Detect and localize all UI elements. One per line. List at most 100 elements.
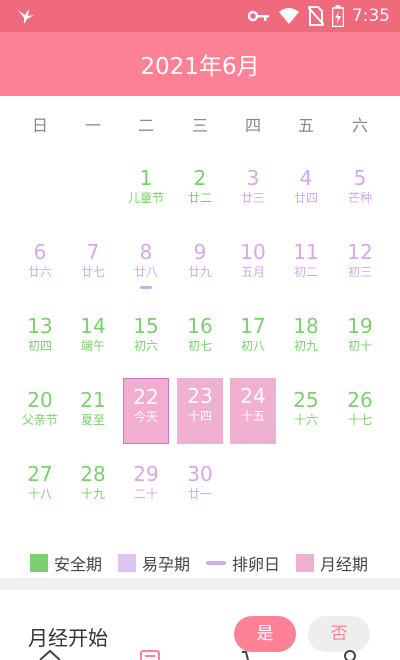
- day-number: 10: [240, 240, 266, 264]
- day-cell[interactable]: 29 二十: [123, 456, 169, 520]
- day-lunar-label: 今天: [133, 410, 158, 424]
- day-cell[interactable]: 4 廿四: [283, 160, 329, 224]
- status-indicators: 7:35: [247, 0, 390, 32]
- day-cell[interactable]: 14 端午: [70, 308, 116, 372]
- day-number: 9: [193, 240, 207, 264]
- day-lunar-label: 廿三: [240, 191, 265, 205]
- day-cell[interactable]: 10 五月: [230, 234, 276, 298]
- legend-safe-label: 安全期: [54, 555, 103, 574]
- day-lunar-label: 十七: [347, 413, 372, 427]
- yes-button[interactable]: 是: [234, 616, 296, 652]
- day-cell-ovulation[interactable]: 8 廿八: [123, 234, 169, 298]
- day-cell[interactable]: 6 廿六: [17, 234, 63, 298]
- wifi-icon: [278, 8, 299, 24]
- day-number: 7: [86, 240, 100, 264]
- day-number: 11: [293, 240, 319, 264]
- day-cell-period[interactable]: 23 十四: [177, 378, 223, 444]
- day-cell[interactable]: 2 廿二: [177, 160, 223, 224]
- day-lunar-label: 初九: [293, 339, 318, 353]
- day-number: 29: [133, 462, 159, 486]
- home-icon[interactable]: [38, 648, 62, 660]
- weekday-wed: 三: [191, 116, 208, 135]
- period-swatch: [296, 554, 314, 572]
- no-button[interactable]: 否: [308, 616, 370, 652]
- day-number: 25: [293, 388, 319, 412]
- day-number: 30: [187, 462, 213, 486]
- ovulation-marker: [140, 286, 152, 289]
- day-lunar-label: 十九: [80, 487, 105, 501]
- day-lunar-label: 初七: [187, 339, 212, 353]
- day-cell[interactable]: 28 十九: [70, 456, 116, 520]
- day-cell[interactable]: 13 初四: [17, 308, 63, 372]
- legend-period: 月经期: [296, 548, 368, 578]
- day-cell[interactable]: 7 廿七: [70, 234, 116, 298]
- period-start-label: 月经开始: [28, 626, 108, 650]
- calendar-header: 2021年6月: [0, 32, 400, 96]
- legend-ovulation: 排卵日: [206, 548, 280, 578]
- day-number: 19: [347, 314, 373, 338]
- day-cell[interactable]: 25 十六: [283, 382, 329, 446]
- day-cell[interactable]: 1 儿童节: [123, 160, 169, 224]
- profile-icon[interactable]: [338, 648, 362, 660]
- legend-safe: 安全期: [30, 548, 102, 578]
- calendar-icon[interactable]: [138, 648, 162, 660]
- day-cell[interactable]: 26 十七: [337, 382, 383, 446]
- legend-fertile: 易孕期: [118, 548, 190, 578]
- day-number: 14: [80, 314, 106, 338]
- day-lunar-label: 初十: [347, 339, 372, 353]
- day-number: 27: [27, 462, 53, 486]
- day-cell-today[interactable]: 22 今天: [123, 378, 169, 444]
- day-number: 8: [139, 240, 153, 264]
- day-cell[interactable]: 17 初八: [230, 308, 276, 372]
- day-lunar-label: 十四: [187, 409, 212, 423]
- day-lunar-label: 廿七: [80, 265, 105, 279]
- day-lunar-label: 二十: [133, 487, 158, 501]
- day-cell[interactable]: 16 初七: [177, 308, 223, 372]
- day-number: 18: [293, 314, 319, 338]
- month-title[interactable]: 2021年6月: [140, 47, 259, 81]
- day-cell[interactable]: 20 父亲节: [17, 382, 63, 446]
- day-number: 26: [347, 388, 373, 412]
- day-cell[interactable]: 18 初九: [283, 308, 329, 372]
- day-lunar-label: 十八: [27, 487, 52, 501]
- weekday-thu: 四: [244, 116, 261, 135]
- day-number: 6: [33, 240, 47, 264]
- day-cell[interactable]: 3 廿三: [230, 160, 276, 224]
- day-lunar-label: 廿一: [187, 487, 212, 501]
- day-cell[interactable]: 12 初三: [337, 234, 383, 298]
- day-lunar-label: 廿六: [27, 265, 52, 279]
- day-lunar-label: 五月: [240, 265, 265, 279]
- section-divider: [0, 578, 400, 590]
- cart-icon[interactable]: [240, 648, 264, 660]
- day-cell[interactable]: 11 初二: [283, 234, 329, 298]
- day-cell-period[interactable]: 24 十五: [230, 378, 276, 444]
- day-number: 1: [139, 166, 153, 190]
- status-time: 7:35: [351, 6, 390, 26]
- app-bird-icon: [18, 9, 34, 24]
- day-cell[interactable]: 19 初十: [337, 308, 383, 372]
- day-number: 3: [246, 166, 260, 190]
- day-number: 22: [133, 385, 159, 409]
- day-lunar-label: 初四: [27, 339, 52, 353]
- day-lunar-label: 十五: [240, 409, 265, 423]
- weekday-fri: 五: [297, 116, 314, 135]
- bottom-nav: [0, 648, 400, 660]
- day-cell[interactable]: 9 廿九: [177, 234, 223, 298]
- fertile-swatch: [118, 554, 136, 572]
- day-lunar-label: 十六: [293, 413, 318, 427]
- weekday-sun: 日: [31, 116, 48, 135]
- no-sim-icon: [307, 6, 324, 26]
- day-cell[interactable]: 21 夏至: [70, 382, 116, 446]
- day-number: 24: [240, 384, 266, 408]
- day-lunar-label: 端午: [80, 339, 105, 353]
- day-lunar-label: 廿九: [187, 265, 212, 279]
- day-number: 2: [193, 166, 207, 190]
- weekday-tue: 二: [137, 116, 154, 135]
- day-cell[interactable]: 27 十八: [17, 456, 63, 520]
- day-cell[interactable]: 5 芒种: [337, 160, 383, 224]
- day-cell[interactable]: 30 廿一: [177, 456, 223, 520]
- day-lunar-label: 夏至: [80, 413, 105, 427]
- day-lunar-label: 初三: [347, 265, 372, 279]
- day-number: 13: [27, 314, 53, 338]
- day-cell[interactable]: 15 初六: [123, 308, 169, 372]
